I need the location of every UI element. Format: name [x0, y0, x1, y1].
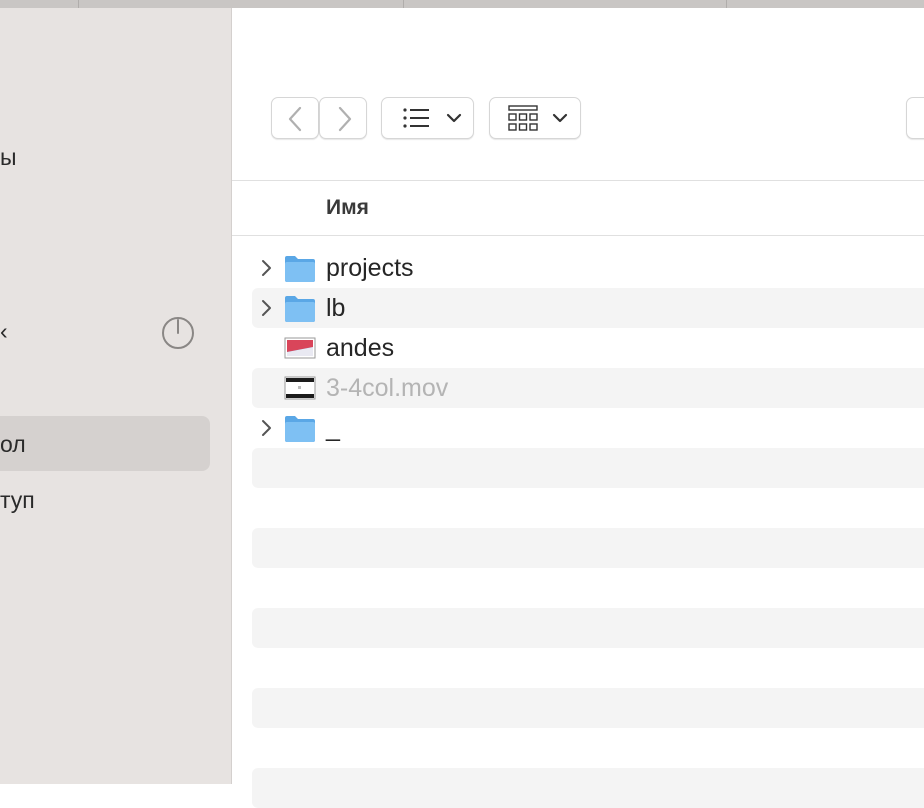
row-stripe: [252, 768, 924, 808]
group-by-button[interactable]: [489, 97, 581, 139]
sidebar-item-selected[interactable]: ол: [0, 431, 26, 458]
folder-icon: [285, 296, 315, 322]
disclosure-triangle-icon[interactable]: [260, 298, 274, 318]
disclosure-triangle-icon[interactable]: [260, 258, 274, 278]
file-row-3-4col-mov[interactable]: 3-4col.mov: [252, 368, 924, 408]
file-name: andes: [326, 334, 395, 362]
list-view-icon: [403, 108, 462, 128]
video-file-icon: [284, 376, 316, 400]
row-stripe: [252, 528, 924, 568]
file-row-lb[interactable]: lb: [252, 288, 924, 328]
sidebar-selected-highlight: [0, 416, 210, 471]
chevron-right-icon: [338, 106, 352, 132]
file-row-andes[interactable]: andes: [252, 328, 924, 368]
row-stripe: [252, 688, 924, 728]
file-name: _: [326, 414, 340, 442]
image-file-icon: [284, 337, 316, 359]
sidebar: ы ‹ ол туп: [0, 8, 232, 784]
sidebar-item-2[interactable]: ‹: [0, 318, 8, 345]
folder-icon: [285, 256, 315, 282]
grid-group-icon: [508, 105, 568, 131]
column-header-name[interactable]: Имя: [326, 196, 369, 220]
disk-usage-gauge-icon[interactable]: [161, 316, 195, 350]
forward-button[interactable]: [319, 97, 367, 139]
column-header-row: Имя: [232, 180, 924, 236]
row-stripe: [252, 608, 924, 648]
row-stripe: [252, 448, 924, 488]
file-name: lb: [326, 294, 346, 322]
file-browser-main: Имя projects lb andes 3-4col.mov _: [232, 8, 924, 808]
file-row-projects[interactable]: projects: [252, 248, 924, 288]
file-name: projects: [326, 254, 414, 282]
file-row-underscore[interactable]: _: [252, 408, 924, 448]
sidebar-item-1[interactable]: ы: [0, 144, 17, 171]
back-button[interactable]: [271, 97, 319, 139]
sidebar-item-4[interactable]: туп: [0, 487, 35, 514]
chevron-left-icon: [288, 106, 302, 132]
file-name: 3-4col.mov: [326, 374, 449, 402]
folder-icon: [285, 416, 315, 442]
view-mode-button[interactable]: [381, 97, 474, 139]
search-button-partial[interactable]: [906, 97, 924, 139]
disclosure-triangle-icon[interactable]: [260, 418, 274, 438]
